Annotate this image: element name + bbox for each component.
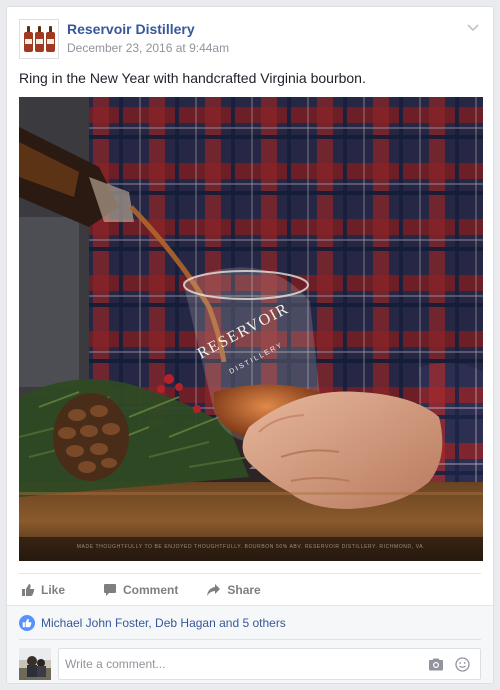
bottle-icon (45, 26, 55, 52)
like-button[interactable]: Like (21, 583, 65, 597)
page-name-link[interactable]: Reservoir Distillery (67, 21, 195, 37)
like-label: Like (41, 582, 66, 597)
post-actions: Like Comment Share (19, 573, 481, 605)
post-text: Ring in the New Year with handcrafted Vi… (19, 70, 366, 86)
share-label: Share (227, 582, 261, 597)
like-reaction-icon (19, 614, 35, 631)
comment-composer (19, 648, 481, 680)
smile-icon[interactable] (455, 657, 470, 672)
likes-summary-row: Michael John Foster, Deb Hagan and 5 oth… (19, 606, 481, 640)
bottle-icon (23, 26, 33, 52)
bourbon-pour-photo: RESERVOIR DISTILLERY (19, 97, 483, 561)
comment-icon (104, 583, 117, 596)
comment-button[interactable]: Comment (103, 583, 178, 597)
comment-input[interactable] (65, 649, 405, 679)
comment-box (58, 648, 481, 680)
likes-summary-link[interactable]: Michael John Foster, Deb Hagan and 5 oth… (41, 616, 286, 630)
post-footer: Michael John Foster, Deb Hagan and 5 oth… (7, 605, 493, 683)
share-button[interactable]: Share (206, 582, 261, 597)
comment-label: Comment (123, 582, 179, 597)
post-card: Reservoir Distillery December 23, 2016 a… (6, 6, 494, 684)
post-timestamp[interactable]: December 23, 2016 at 9:44am (67, 41, 229, 55)
page-avatar[interactable] (19, 19, 59, 59)
like-icon (22, 583, 35, 596)
photo-caption: MADE THOUGHTFULLY TO BE ENJOYED THOUGHTF… (76, 544, 426, 550)
bottle-icon (34, 26, 44, 52)
post-photo[interactable]: RESERVOIR DISTILLERY MADE THOUGHTFULLY T… (19, 97, 483, 561)
chevron-down-icon[interactable] (467, 23, 479, 33)
post-header: Reservoir Distillery December 23, 2016 a… (19, 19, 481, 63)
share-icon (207, 583, 221, 596)
camera-icon[interactable] (428, 658, 444, 671)
user-avatar[interactable] (19, 648, 51, 680)
